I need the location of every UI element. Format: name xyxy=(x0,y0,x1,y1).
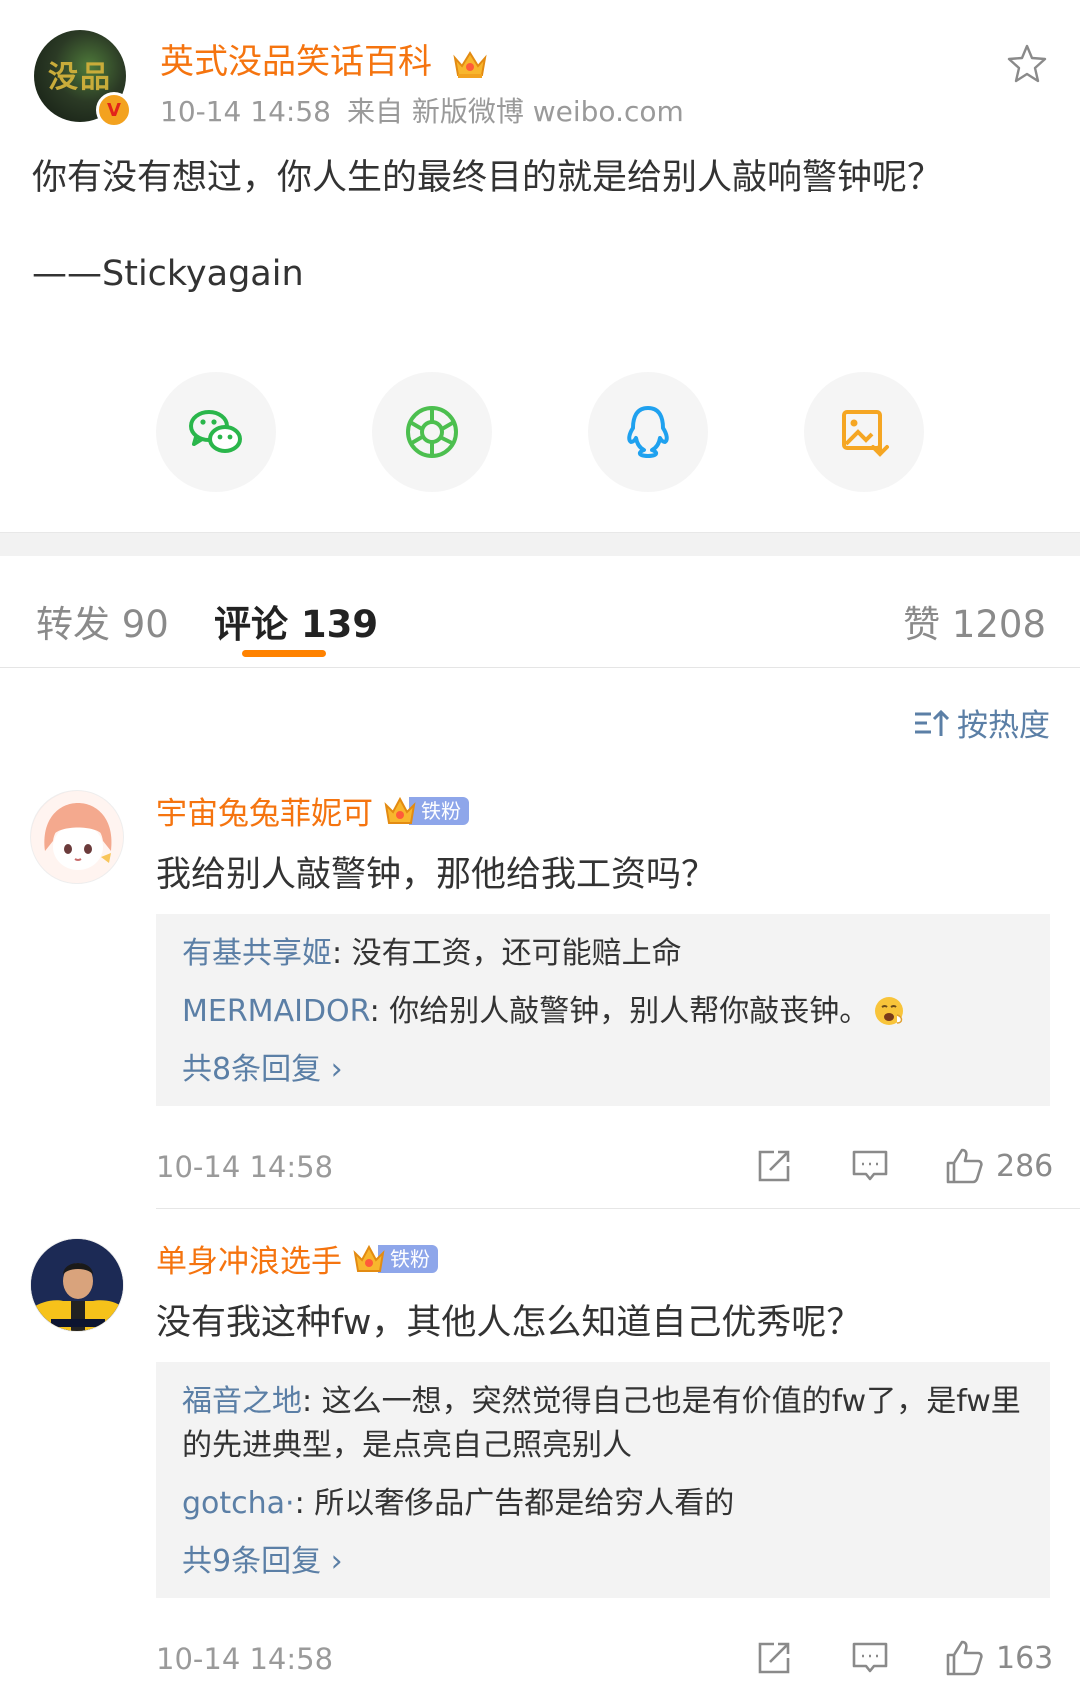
tab-likes[interactable]: 赞 1208 xyxy=(903,594,1046,648)
save-image-button[interactable] xyxy=(804,372,924,492)
favorite-star-icon[interactable] xyxy=(1006,42,1048,84)
sort-icon xyxy=(915,709,949,736)
replies-box[interactable]: 福音之地: 这么一想，突然觉得自己也是有价值的fw了，是fw里的先进典型，是点亮… xyxy=(156,1362,1050,1598)
verified-v-badge-icon: V xyxy=(96,92,132,128)
reply-user[interactable]: 有基共享姬 xyxy=(182,936,332,971)
comment-icon xyxy=(852,1642,888,1673)
reply-item: MERMAIDOR: 你给别人敲警钟，别人帮你敲丧钟。 xyxy=(182,990,1026,1034)
iron-fan-badge: 铁粉 xyxy=(352,1243,438,1275)
fan-badge-label: 铁粉 xyxy=(378,1244,438,1273)
tab-comments[interactable]: 评论 139 xyxy=(214,594,378,648)
sort-label: 按热度 xyxy=(957,708,1050,744)
comment-footer: 10-14 14:58 163 xyxy=(156,1638,1053,1684)
reply-text: : 没有工资，还可能赔上命 xyxy=(332,936,682,971)
reply-text: : 你给别人敲警钟，别人帮你敲丧钟。 xyxy=(369,994,870,1029)
yawn-emoji-icon xyxy=(875,997,904,1025)
reply-comment-button[interactable] xyxy=(850,1146,890,1186)
comment-text: 我给别人敲警钟，那他给我工资吗？ xyxy=(156,855,717,895)
commenter-name[interactable]: 单身冲浪选手 xyxy=(156,1236,342,1281)
share-qq-button[interactable] xyxy=(588,372,708,492)
repost-comment-button[interactable] xyxy=(754,1638,794,1678)
comment-text: 没有我这种fw，其他人怎么知道自己优秀呢？ xyxy=(156,1303,862,1343)
post-content: 你有没有想过，你人生的最终目的就是给别人敲响警钟呢？ xyxy=(32,158,943,198)
share-icon xyxy=(758,1150,790,1182)
comment-time: 10-14 14:58 xyxy=(156,1150,334,1184)
save-image-icon xyxy=(842,410,889,457)
fan-crown-icon xyxy=(384,796,416,824)
post-card: 没品 V 英式没品笑话百科 10-14 14:58 来自 新版微博 weibo.c… xyxy=(0,0,1080,532)
iron-fan-badge: 铁粉 xyxy=(383,795,469,827)
commenter-name-row[interactable]: 单身冲浪选手 铁粉 xyxy=(156,1236,438,1281)
reply-comment-button[interactable] xyxy=(850,1638,890,1678)
wechat-moments-icon xyxy=(406,406,458,458)
comment-footer: 10-14 14:58 286 xyxy=(156,1146,1053,1192)
author-name-row[interactable]: 英式没品笑话百科 xyxy=(160,34,489,83)
commenter-name-row[interactable]: 宇宙兔兔菲妮可 铁粉 xyxy=(156,788,469,833)
person-photo-avatar-icon xyxy=(31,1239,123,1331)
post-time: 10-14 14:58 xyxy=(160,95,331,128)
repost-comment-button[interactable] xyxy=(754,1146,794,1186)
sort-by-hot-button[interactable]: 按热度 xyxy=(913,700,1050,745)
view-all-replies-link[interactable]: 共9条回复 › xyxy=(182,1540,1026,1584)
like-count: 163 xyxy=(996,1640,1054,1676)
wechat-icon xyxy=(189,410,242,453)
thumbs-up-icon xyxy=(946,1148,983,1184)
like-comment-button[interactable]: 286 xyxy=(944,1146,1053,1186)
reply-text: : 所以奢侈品广告都是给穷人看的 xyxy=(294,1486,735,1521)
qq-icon xyxy=(627,406,669,458)
reply-text: : 这么一想，突然觉得自己也是有价值的fw了，是fw里的先进典型，是点亮自己照亮… xyxy=(182,1384,1021,1463)
reply-item: gotcha·: 所以奢侈品广告都是给穷人看的 xyxy=(182,1482,1026,1526)
active-tab-indicator xyxy=(242,650,326,657)
reply-user[interactable]: MERMAIDOR xyxy=(182,994,370,1029)
comment-time: 10-14 14:58 xyxy=(156,1642,334,1676)
reply-user[interactable]: 福音之地 xyxy=(182,1384,302,1419)
post-signature: ——Stickyagain xyxy=(32,254,304,294)
reply-item: 有基共享姬: 没有工资，还可能赔上命 xyxy=(182,932,1026,976)
fan-crown-icon xyxy=(353,1244,385,1272)
reply-user[interactable]: gotcha· xyxy=(182,1486,295,1521)
thumbs-up-icon xyxy=(946,1640,983,1676)
commenter-avatar[interactable] xyxy=(30,790,124,884)
comment-divider xyxy=(156,1208,1080,1209)
author-name[interactable]: 英式没品笑话百科 xyxy=(160,42,432,82)
section-separator xyxy=(0,532,1080,556)
view-all-replies-link[interactable]: 共8条回复 › xyxy=(182,1048,1026,1092)
commenter-name[interactable]: 宇宙兔兔菲妮可 xyxy=(156,788,373,833)
share-icon xyxy=(758,1642,790,1674)
commenter-avatar[interactable] xyxy=(30,1238,124,1332)
avatar-artwork-text: 没品 xyxy=(48,60,112,95)
anime-girl-avatar-icon xyxy=(31,791,123,883)
weibo-post-detail: { "post": { "author": "英式没品笑话百科", "time"… xyxy=(0,0,1080,1692)
like-count: 286 xyxy=(996,1148,1054,1184)
replies-box[interactable]: 有基共享姬: 没有工资，还可能赔上命 MERMAIDOR: 你给别人敲警钟，别人… xyxy=(156,914,1050,1106)
interaction-tabs: 转发 90 评论 139 赞 1208 xyxy=(0,556,1080,668)
post-source: 来自 新版微博 weibo.com xyxy=(346,95,684,128)
share-wechat-button[interactable] xyxy=(156,372,276,492)
reply-item: 福音之地: 这么一想，突然觉得自己也是有价值的fw了，是fw里的先进典型，是点亮… xyxy=(182,1380,1026,1468)
fan-badge-label: 铁粉 xyxy=(409,796,469,825)
tab-repost[interactable]: 转发 90 xyxy=(36,594,169,648)
share-moments-button[interactable] xyxy=(372,372,492,492)
like-comment-button[interactable]: 163 xyxy=(944,1638,1053,1678)
post-meta: 10-14 14:58 来自 新版微博 weibo.com xyxy=(160,90,700,130)
comment-icon xyxy=(852,1150,888,1181)
crown-icon xyxy=(453,50,487,78)
